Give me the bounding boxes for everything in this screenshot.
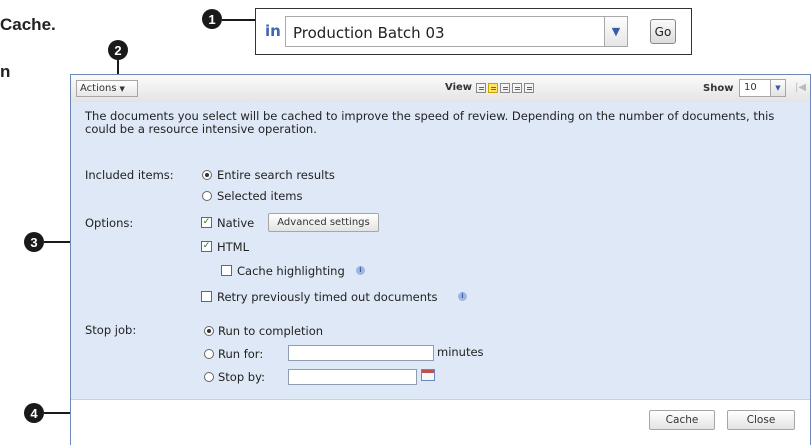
callout-line (44, 412, 70, 414)
run-to-completion-radio[interactable] (204, 326, 214, 336)
stop-by-input[interactable] (288, 369, 417, 385)
selected-items-radio[interactable] (202, 191, 212, 201)
scope-label: in (265, 22, 281, 40)
entire-search-results-label[interactable]: Entire search results (217, 168, 335, 182)
chevron-down-icon[interactable]: ▼ (604, 17, 627, 46)
dialog-description: The documents you select will be cached … (85, 109, 775, 136)
cache-highlighting-label[interactable]: Cache highlighting (237, 264, 345, 278)
advanced-settings-button[interactable]: Advanced settings (268, 213, 379, 232)
callout-line (44, 241, 70, 243)
view-switcher: View (445, 82, 536, 93)
go-button[interactable]: Go (650, 19, 676, 44)
run-for-input[interactable] (288, 345, 434, 361)
callout-line (222, 19, 256, 21)
retry-timed-out-label[interactable]: Retry previously timed out documents (217, 290, 438, 304)
run-for-radio[interactable] (204, 349, 214, 359)
selected-items-label[interactable]: Selected items (217, 189, 302, 203)
run-to-completion-label[interactable]: Run to completion (218, 324, 323, 338)
entire-search-results-radio[interactable] (202, 170, 212, 180)
included-items-label: Included items: (85, 168, 174, 182)
view-columns-icon[interactable] (512, 82, 523, 93)
callout-badge-3: 3 (24, 232, 44, 252)
stop-by-radio[interactable] (204, 372, 214, 382)
callout-badge-1: 1 (202, 9, 222, 29)
retry-timed-out-checkbox[interactable] (201, 291, 212, 302)
info-icon[interactable]: i (458, 292, 467, 301)
show-count-select[interactable]: 10 ▼ (739, 79, 786, 97)
show-label: Show (703, 83, 734, 94)
view-highlight-icon[interactable] (488, 82, 499, 93)
cache-dialog: Actions ▼ View Show 10 ▼ |◀ The documents… (70, 74, 811, 446)
search-scope-box: in Production Batch 03 ▼ Go (255, 8, 692, 55)
first-page-icon[interactable]: |◀ (795, 82, 806, 93)
caret-down-icon: ▼ (119, 85, 125, 93)
native-checkbox[interactable]: ✓ (201, 217, 212, 228)
show-count-value: 10 (744, 82, 757, 93)
search-scope-value: Production Batch 03 (293, 24, 445, 42)
instruction-text-fragment: n (0, 62, 11, 81)
view-list-icon[interactable] (476, 82, 487, 93)
dialog-body: The documents you select will be cached … (71, 102, 810, 399)
dialog-footer: Cache Close (71, 399, 810, 446)
minutes-label: minutes (437, 345, 484, 359)
instruction-text-fragment: Cache. (0, 15, 56, 34)
cache-highlighting-checkbox[interactable] (221, 265, 232, 276)
calendar-icon[interactable] (421, 369, 435, 381)
callout-badge-2: 2 (108, 40, 128, 60)
view-label: View (445, 82, 473, 93)
actions-menu-button[interactable]: Actions ▼ (76, 80, 138, 97)
toolbar: Actions ▼ View Show 10 ▼ |◀ (71, 75, 810, 103)
view-thumbnail-icon[interactable] (524, 82, 535, 93)
chevron-down-icon: ▼ (770, 80, 785, 96)
search-scope-select[interactable]: Production Batch 03 ▼ (285, 16, 628, 47)
html-label[interactable]: HTML (217, 240, 249, 254)
run-for-label[interactable]: Run for: (218, 347, 263, 361)
actions-label: Actions (80, 83, 117, 94)
html-checkbox[interactable]: ✓ (201, 241, 212, 252)
callout-badge-4: 4 (24, 403, 44, 423)
view-detail-icon[interactable] (500, 82, 511, 93)
options-label: Options: (85, 216, 134, 230)
stop-job-label: Stop job: (85, 323, 137, 337)
stop-by-label[interactable]: Stop by: (218, 370, 265, 384)
info-icon[interactable]: i (356, 266, 365, 275)
native-label[interactable]: Native (217, 216, 254, 230)
close-button[interactable]: Close (727, 410, 795, 430)
cache-button[interactable]: Cache (649, 410, 715, 430)
